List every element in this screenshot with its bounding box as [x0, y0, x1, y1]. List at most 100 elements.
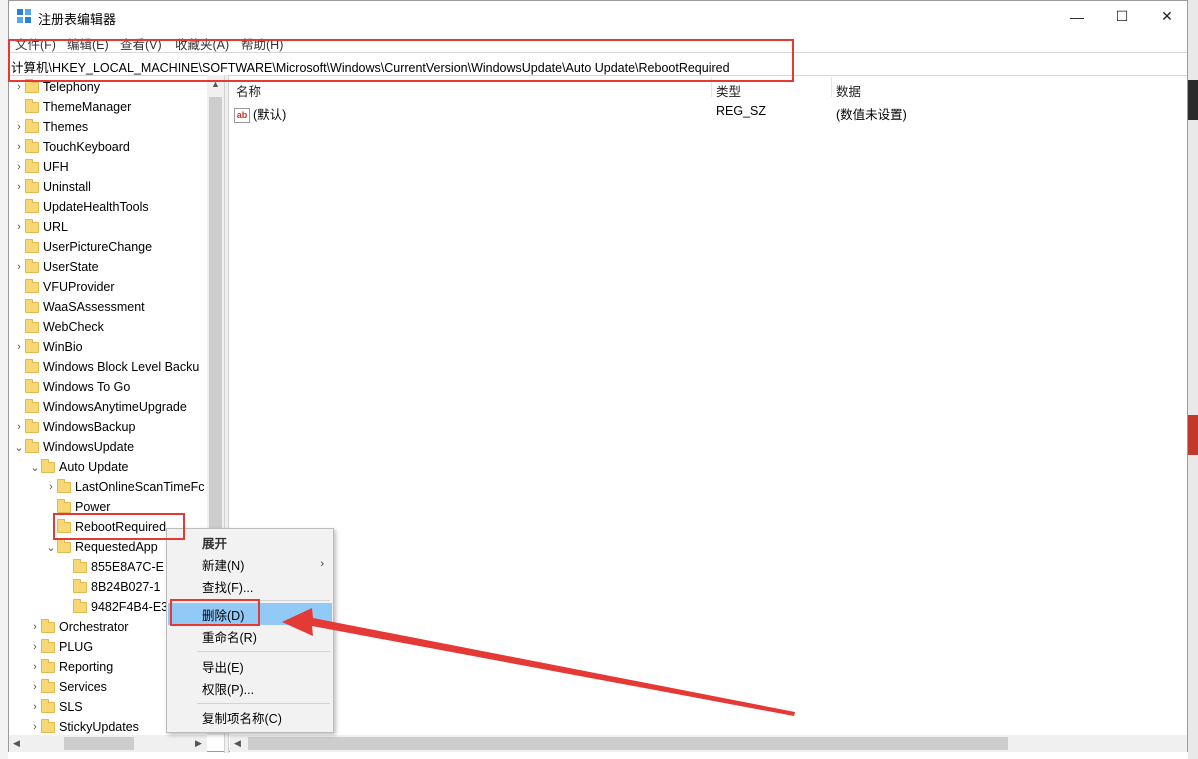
tree-item-label: WindowsBackup	[43, 420, 136, 434]
folder-icon	[41, 678, 55, 693]
tree-item[interactable]: 855E8A7C-E	[61, 557, 164, 577]
tree-item[interactable]: 9482F4B4-E3	[61, 597, 168, 617]
chevron-right-icon[interactable]: ›	[13, 337, 25, 357]
tree-item[interactable]: › Reporting	[29, 657, 113, 677]
column-type[interactable]: 类型	[716, 81, 741, 100]
tree-item[interactable]: ThemeManager	[13, 97, 131, 117]
folder-icon	[41, 718, 55, 733]
chevron-right-icon: ›	[320, 558, 324, 570]
chevron-down-icon[interactable]: ⌄	[29, 457, 41, 477]
folder-icon	[73, 558, 87, 573]
folder-icon	[41, 638, 55, 653]
tree-item[interactable]: VFUProvider	[13, 277, 115, 297]
tree-hscroll-thumb[interactable]	[64, 737, 134, 750]
tree-item[interactable]: › UserState	[13, 257, 99, 277]
minimize-button[interactable]: —	[1054, 1, 1100, 32]
tree-item[interactable]: › LastOnlineScanTimeFc	[45, 477, 204, 497]
chevron-right-icon[interactable]: ›	[13, 417, 25, 437]
ctx-expand[interactable]: 展开	[168, 531, 332, 553]
ctx-separator	[197, 703, 330, 704]
chevron-right-icon[interactable]: ›	[13, 137, 25, 157]
tree-item[interactable]: UserPictureChange	[13, 237, 152, 257]
list-hscroll-thumb[interactable]	[248, 737, 1008, 750]
tree-item[interactable]: › Themes	[13, 117, 88, 137]
chevron-right-icon[interactable]: ›	[45, 477, 57, 497]
close-button[interactable]: ✕	[1144, 1, 1190, 32]
tree-item[interactable]: UpdateHealthTools	[13, 197, 149, 217]
tree-item[interactable]: ⌄ WindowsUpdate	[13, 437, 134, 457]
tree-item[interactable]: Windows To Go	[13, 377, 130, 397]
chevron-down-icon[interactable]: ⌄	[45, 537, 57, 557]
ab-string-icon: ab	[234, 108, 250, 124]
tree-item[interactable]: WaaSAssessment	[13, 297, 145, 317]
ctx-rename[interactable]: 重命名(R)	[168, 625, 332, 647]
chevron-right-icon[interactable]: ›	[29, 677, 41, 697]
address-highlight-box	[8, 39, 794, 82]
list-horizontal-scrollbar[interactable]: ◀	[230, 735, 1187, 752]
chevron-right-icon[interactable]: ›	[29, 697, 41, 717]
values-list: 名称 类型 数据 ab (默认) REG_SZ (数值未设置)	[230, 75, 1187, 735]
tree-item[interactable]: › TouchKeyboard	[13, 137, 130, 157]
column-name[interactable]: 名称	[236, 81, 261, 100]
folder-icon	[41, 658, 55, 673]
ctx-new-label: 新建(N)	[202, 558, 245, 573]
chevron-right-icon[interactable]: ›	[29, 637, 41, 657]
value-data[interactable]: (数值未设置)	[836, 104, 907, 123]
context-menu: 展开 新建(N) › 查找(F)... 删除(D) 重命名(R) 导出(E) 权…	[166, 528, 334, 733]
tree-item[interactable]: › URL	[13, 217, 68, 237]
tree-item-label: Auto Update	[59, 460, 129, 474]
chevron-right-icon[interactable]: ›	[29, 617, 41, 637]
tree-item[interactable]: › WinBio	[13, 337, 83, 357]
chevron-right-icon[interactable]: ›	[29, 717, 41, 735]
folder-icon	[57, 538, 71, 553]
column-divider[interactable]	[831, 77, 832, 97]
tree-item[interactable]: › SLS	[29, 697, 83, 717]
tree-item[interactable]: › Services	[29, 677, 107, 697]
tree-item[interactable]: ⌄ RequestedApp	[45, 537, 158, 557]
tree-item-label: LastOnlineScanTimeFc	[75, 480, 205, 494]
tree-item[interactable]: › Orchestrator	[29, 617, 128, 637]
tree-item[interactable]: › Uninstall	[13, 177, 91, 197]
chevron-right-icon[interactable]: ›	[13, 257, 25, 277]
scroll-left-icon[interactable]: ◀	[13, 738, 20, 749]
ctx-copy-key-name[interactable]: 复制项名称(C)	[168, 706, 332, 728]
tree-item[interactable]: WebCheck	[13, 317, 104, 337]
tree-item[interactable]: ⌄ Auto Update	[29, 457, 129, 477]
chevron-right-icon[interactable]: ›	[13, 217, 25, 237]
ctx-export[interactable]: 导出(E)	[168, 655, 332, 677]
tree-item[interactable]: WindowsAnytimeUpgrade	[13, 397, 187, 417]
chevron-right-icon[interactable]: ›	[13, 157, 25, 177]
folder-icon	[25, 318, 39, 333]
value-row-name[interactable]: ab (默认)	[234, 104, 286, 124]
folder-icon	[25, 258, 39, 273]
tree-item-label: Windows Block Level Backu	[43, 360, 200, 374]
tree-item[interactable]: › PLUG	[29, 637, 93, 657]
column-data[interactable]: 数据	[836, 81, 861, 100]
ctx-find[interactable]: 查找(F)...	[168, 575, 332, 597]
scroll-left-icon[interactable]: ◀	[234, 738, 241, 749]
value-type[interactable]: REG_SZ	[716, 104, 766, 118]
folder-icon	[25, 118, 39, 133]
tree-item[interactable]: Windows Block Level Backu	[13, 357, 199, 377]
ctx-new[interactable]: 新建(N) ›	[168, 553, 332, 575]
folder-icon	[25, 378, 39, 393]
tree-item[interactable]: › UFH	[13, 157, 69, 177]
tree-item[interactable]: › StickyUpdates	[29, 717, 139, 735]
tree-item[interactable]: 8B24B027-1	[61, 577, 161, 597]
maximize-button[interactable]: ☐	[1099, 1, 1145, 32]
tree-item-label: Uninstall	[43, 180, 91, 194]
folder-icon	[25, 78, 39, 93]
chevron-down-icon[interactable]: ⌄	[13, 437, 25, 457]
chevron-right-icon[interactable]: ›	[13, 117, 25, 137]
ctx-permissions[interactable]: 权限(P)...	[168, 677, 332, 699]
tree-horizontal-scrollbar[interactable]: ◀ ▶	[9, 735, 207, 752]
chevron-right-icon[interactable]: ›	[13, 177, 25, 197]
chevron-right-icon[interactable]: ›	[29, 657, 41, 677]
scroll-right-icon[interactable]: ▶	[195, 738, 202, 749]
tree-item[interactable]: › WindowsBackup	[13, 417, 135, 437]
selected-key-highlight-box	[53, 513, 185, 540]
